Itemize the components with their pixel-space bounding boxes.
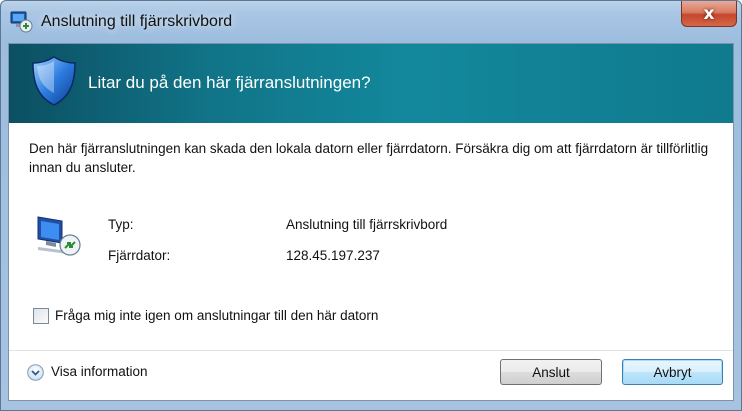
- close-button[interactable]: x: [681, 1, 737, 27]
- warning-banner: Litar du på den här fjärranslutningen?: [9, 44, 733, 123]
- footer-divider: [9, 350, 733, 351]
- chevron-down-icon[interactable]: [27, 364, 44, 381]
- connect-button[interactable]: Anslut: [500, 359, 602, 385]
- type-value: Anslutning till fjärrskrivbord: [286, 217, 448, 232]
- rdp-trust-dialog: Anslutning till fjärrskrivbord x Litar d…: [0, 0, 742, 411]
- window-title: Anslutning till fjärrskrivbord: [41, 13, 233, 30]
- title-bar[interactable]: Anslutning till fjärrskrivbord x: [1, 1, 741, 43]
- security-shield-icon: [32, 56, 76, 106]
- remote-computer-value: 128.45.197.237: [286, 248, 380, 263]
- dont-ask-again-label[interactable]: Fråga mig inte igen om anslutningar till…: [55, 308, 378, 323]
- dialog-content: Litar du på den här fjärranslutningen? D…: [8, 43, 734, 401]
- remote-computer-label: Fjärrdator:: [108, 248, 171, 263]
- show-details-label[interactable]: Visa information: [51, 364, 148, 379]
- remote-desktop-app-icon: [10, 11, 33, 33]
- remote-desktop-computer-icon: [37, 216, 81, 256]
- cancel-button[interactable]: Avbryt: [622, 359, 723, 385]
- dont-ask-again-checkbox[interactable]: [33, 308, 49, 324]
- warning-description: Den här fjärranslutningen kan skada den …: [29, 141, 709, 175]
- type-label: Typ:: [108, 217, 134, 232]
- banner-heading: Litar du på den här fjärranslutningen?: [88, 73, 371, 92]
